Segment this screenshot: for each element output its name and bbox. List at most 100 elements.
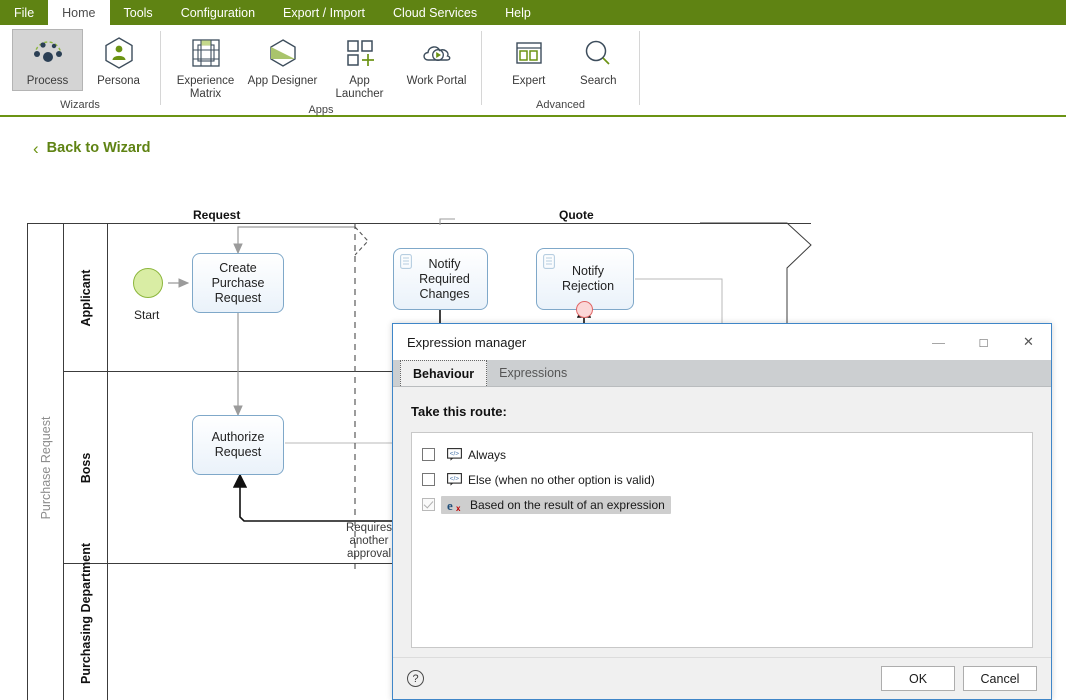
svg-text:x: x (456, 504, 461, 512)
route-option-expression-hit[interactable]: e x Based on the result of an expression (441, 495, 671, 514)
chevron-left-icon: ‹ (33, 138, 39, 158)
lane-label-boss-text: Boss (78, 452, 93, 483)
tab-behaviour[interactable]: Behaviour (400, 360, 488, 386)
ribbon-button-search[interactable]: Search (564, 29, 634, 91)
tab-expressions[interactable]: Expressions (487, 360, 579, 386)
cancel-button[interactable]: Cancel (963, 666, 1037, 691)
task-notify-required-changes-label: Notify Required Changes (419, 256, 470, 301)
ribbon-group-label-wizards: Wizards (60, 99, 100, 111)
edge-label-requires-another-approval: Requires another approval (345, 522, 393, 560)
experience-matrix-icon (189, 34, 223, 72)
ribbon-tab-configuration[interactable]: Configuration (167, 0, 269, 25)
route-option-always[interactable]: </> Always (422, 442, 1022, 467)
pool-title: Purchase Request (28, 224, 64, 700)
task-authorize-request-label: Authorize Request (211, 430, 265, 459)
route-option-else-label: Else (when no other option is valid) (468, 472, 655, 487)
code-balloon-icon: </> (447, 448, 462, 461)
back-to-wizard-label: Back to Wizard (46, 140, 151, 156)
back-bar: ‹ Back to Wizard (0, 117, 1066, 179)
start-event-label: Start (134, 308, 160, 322)
task-authorize-request[interactable]: Authorize Request (192, 415, 284, 475)
dialog-footer: ? OK Cancel (393, 657, 1051, 699)
pool-title-label: Purchase Request (38, 416, 53, 520)
expert-panels-icon (512, 34, 546, 72)
start-event[interactable] (133, 268, 163, 298)
minimize-icon[interactable]: — (916, 324, 961, 360)
ribbon-group-label-advanced: Advanced (536, 99, 585, 111)
lane-label-purchasing-department: Purchasing Department (64, 542, 108, 700)
work-portal-cloud-play-icon (419, 34, 455, 72)
dialog-title-label: Expression manager (407, 334, 527, 350)
ribbon-button-app-designer-label: App Designer (247, 75, 318, 87)
ribbon-body: Process Persona Wizards Experience Matri… (0, 25, 1066, 117)
expression-manager-dialog[interactable]: Expression manager — □ ✕ Behaviour Expre… (392, 323, 1052, 700)
search-magnifier-icon (581, 34, 615, 72)
ribbon-tab-file[interactable]: File (0, 0, 48, 25)
boundary-event-notify-rejection[interactable] (576, 301, 593, 318)
lane-label-applicant-text: Applicant (78, 269, 93, 326)
ribbon-button-experience-matrix-label: Experience Matrix (176, 75, 235, 100)
dialog-body: Take this route: </> Always </> Else (wh… (393, 387, 1051, 657)
task-create-purchase-request[interactable]: Create Purchase Request (192, 253, 284, 313)
app-designer-hexagon-icon (266, 34, 300, 72)
flow-label-quote: Quote (559, 208, 594, 222)
svg-text:</>: </> (450, 451, 460, 458)
route-option-else[interactable]: </> Else (when no other option is valid) (422, 467, 1022, 492)
route-option-expression-label: Based on the result of an expression (470, 497, 665, 512)
ribbon-button-work-portal-label: Work Portal (406, 75, 467, 87)
ribbon-tab-cloud-services[interactable]: Cloud Services (379, 0, 491, 25)
dialog-tab-bar: Behaviour Expressions (393, 360, 1051, 387)
route-option-always-hit[interactable]: </> Always (441, 446, 512, 464)
back-to-wizard-link[interactable]: ‹ Back to Wizard (33, 140, 150, 157)
task-notify-required-changes[interactable]: Notify Required Changes (393, 248, 488, 310)
flow-label-request: Request (193, 208, 241, 222)
ribbon-group-advanced: Expert Search Advanced (482, 25, 639, 115)
ribbon-button-experience-matrix[interactable]: Experience Matrix (167, 29, 244, 104)
lane-label-purchasing-department-text: Purchasing Department (78, 542, 93, 684)
code-balloon-icon: </> (447, 473, 462, 486)
ribbon-tab-home[interactable]: Home (48, 0, 110, 25)
ribbon-tab-tools[interactable]: Tools (110, 0, 167, 25)
route-options-list[interactable]: </> Always </> Else (when no other optio… (411, 432, 1033, 648)
ribbon-group-apps: Experience Matrix App Designer App Launc… (161, 25, 481, 116)
ribbon-button-app-designer[interactable]: App Designer (244, 29, 321, 91)
app-window: File Home Tools Configuration Export / I… (0, 0, 1066, 700)
checkbox-always[interactable] (422, 448, 435, 461)
route-option-always-label: Always (468, 447, 507, 462)
ribbon-button-process[interactable]: Process (12, 29, 83, 91)
expression-ex-icon: e x (447, 498, 464, 512)
maximize-icon[interactable]: □ (961, 324, 1006, 360)
task-notify-rejection-label: Notify Rejection (561, 264, 615, 293)
process-nodes-icon (30, 34, 66, 72)
ribbon-button-expert[interactable]: Expert (494, 29, 564, 91)
ribbon-tab-bar: File Home Tools Configuration Export / I… (0, 0, 1066, 25)
dialog-title-bar[interactable]: Expression manager — □ ✕ (393, 324, 1051, 360)
ribbon-group-label-apps: Apps (308, 104, 334, 116)
ribbon-button-persona-label: Persona (97, 75, 140, 87)
svg-text:e: e (447, 498, 453, 512)
task-create-purchase-request-label: Create Purchase Request (211, 260, 265, 305)
ribbon-button-app-launcher[interactable]: App Launcher (321, 29, 398, 104)
lane-label-boss: Boss (64, 372, 108, 563)
route-option-else-hit[interactable]: </> Else (when no other option is valid) (441, 471, 661, 489)
take-this-route-heading: Take this route: (411, 404, 507, 419)
dialog-window-buttons: — □ ✕ (916, 324, 1051, 360)
route-option-expression[interactable]: e x Based on the result of an expression (422, 492, 1022, 517)
ribbon-button-work-portal[interactable]: Work Portal (398, 29, 475, 91)
document-task-icon (543, 254, 555, 273)
ribbon-button-search-label: Search (580, 75, 617, 87)
ribbon-tab-export-import[interactable]: Export / Import (269, 0, 379, 25)
help-icon[interactable]: ? (407, 670, 424, 687)
checkbox-expression[interactable] (422, 498, 435, 511)
ribbon-button-persona[interactable]: Persona (83, 29, 154, 91)
ok-button[interactable]: OK (881, 666, 955, 691)
persona-hexagon-icon (102, 34, 136, 72)
ribbon-filler (640, 25, 1066, 115)
ribbon-button-process-label: Process (26, 75, 69, 87)
app-launcher-grid-plus-icon (343, 34, 377, 72)
ribbon-button-app-launcher-label: App Launcher (335, 75, 384, 100)
close-icon[interactable]: ✕ (1006, 324, 1051, 360)
ribbon-tab-help[interactable]: Help (491, 0, 545, 25)
svg-text:</>: </> (450, 476, 460, 483)
checkbox-else[interactable] (422, 473, 435, 486)
